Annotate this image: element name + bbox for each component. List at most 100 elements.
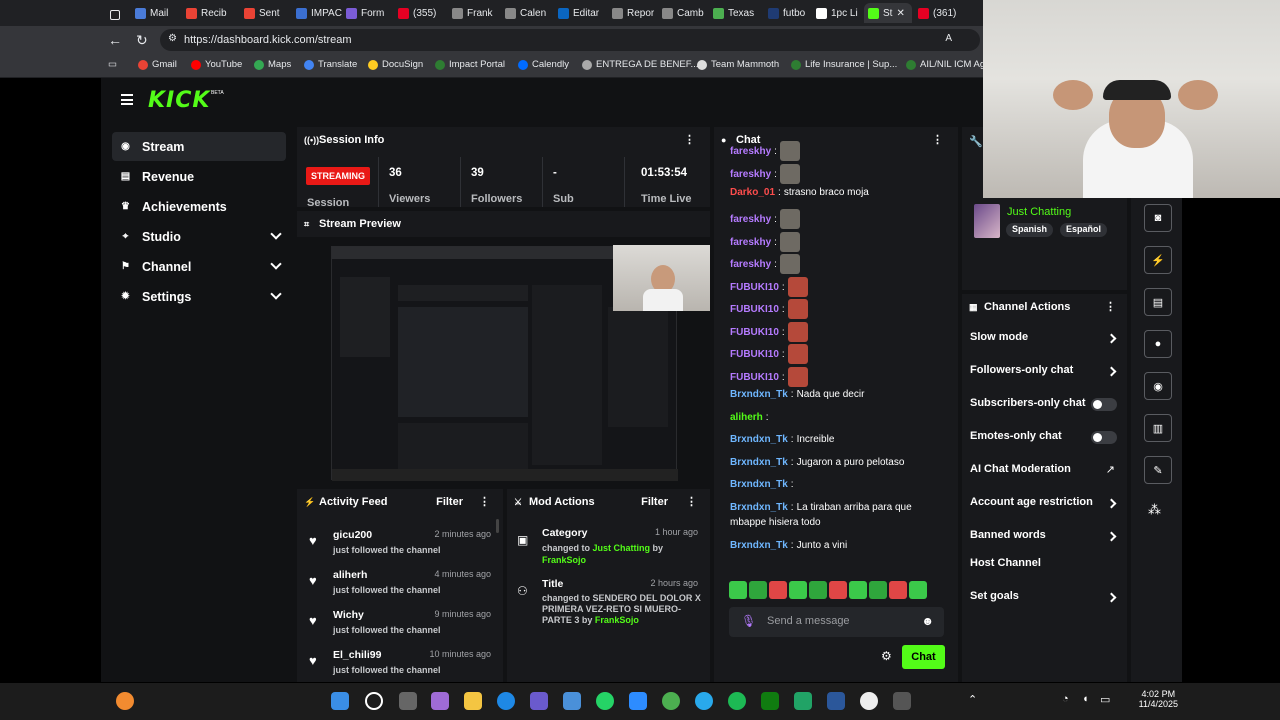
action-banned-words[interactable]: Banned words	[962, 529, 1127, 549]
bookmark-youtube[interactable]: YouTube	[191, 59, 242, 70]
emote-image[interactable]	[787, 367, 808, 387]
tab-repor[interactable]: Repor	[612, 3, 654, 23]
emote-shortcut[interactable]	[909, 581, 927, 599]
start-icon[interactable]	[331, 692, 349, 710]
tray-chevron-icon[interactable]: ⌃	[968, 693, 977, 706]
category-thumbnail[interactable]	[974, 204, 1000, 238]
emote-shortcut[interactable]	[849, 581, 867, 599]
tab-361[interactable]: (361)	[918, 3, 956, 23]
battery-icon[interactable]: ▭	[1100, 693, 1110, 706]
chrome-icon[interactable]	[662, 692, 680, 710]
tab-kick-active[interactable]: St ✕	[864, 3, 912, 23]
emote-image[interactable]	[779, 164, 800, 184]
chat-username[interactable]: fareskhy	[730, 169, 771, 180]
more-icon[interactable]: ⋮	[932, 133, 943, 146]
bookmark-impact[interactable]: Impact Portal	[435, 59, 505, 70]
tab-form[interactable]: Form	[346, 3, 384, 23]
xbox-icon[interactable]	[761, 692, 779, 710]
tab-list-icon[interactable]	[110, 5, 120, 25]
activity-filter-button[interactable]: Filter	[436, 496, 463, 508]
tab-355[interactable]: (355)	[398, 3, 436, 23]
emote-image[interactable]	[787, 322, 808, 342]
emote-shortcut[interactable]	[829, 581, 847, 599]
action-ai-chat-moderation[interactable]: AI Chat Moderation ↗	[962, 463, 1127, 483]
spotify-icon[interactable]	[728, 692, 746, 710]
menu-icon[interactable]	[121, 94, 133, 105]
back-icon[interactable]: ←	[108, 32, 122, 48]
obs-icon[interactable]	[860, 692, 878, 710]
bookmark-life-insurance[interactable]: Life Insurance | Sup...	[791, 59, 897, 70]
document-icon[interactable]: ▤	[1144, 288, 1172, 316]
sidebar-item-stream[interactable]: ◉ Stream	[112, 132, 286, 161]
more-icon[interactable]: ⋮	[684, 133, 695, 146]
sidebar-item-studio[interactable]: ⌖ Studio	[112, 222, 286, 251]
app-icon[interactable]	[116, 692, 134, 710]
tab-camb[interactable]: Camb	[662, 3, 704, 23]
edge-icon[interactable]	[497, 692, 515, 710]
more-icon[interactable]: ⋮	[1105, 300, 1116, 313]
toggle-switch[interactable]	[1091, 431, 1117, 444]
emote-shortcut[interactable]	[789, 581, 807, 599]
emote-image[interactable]	[779, 254, 800, 274]
bookmark-calendly[interactable]: Calendly	[518, 59, 569, 70]
chat-username[interactable]: fareskhy	[730, 259, 771, 270]
chat-username[interactable]: Brxndxn_Tk	[730, 434, 788, 445]
chat-username[interactable]: Brxndxn_Tk	[730, 389, 788, 400]
emote-shortcut[interactable]	[869, 581, 887, 599]
mod-filter-button[interactable]: Filter	[641, 496, 668, 508]
telegram-icon[interactable]	[695, 692, 713, 710]
sidebar-item-revenue[interactable]: ▤ Revenue	[112, 162, 286, 191]
send-chat-button[interactable]: Chat	[902, 645, 945, 669]
chat-username[interactable]: fareskhy	[730, 214, 771, 225]
emote-shortcut[interactable]	[729, 581, 747, 599]
teams-icon[interactable]	[530, 692, 548, 710]
emote-image[interactable]	[787, 299, 808, 319]
chat-settings-icon[interactable]: ⚙	[881, 649, 892, 663]
excel-icon[interactable]	[794, 692, 812, 710]
bolt-icon[interactable]: ⚡	[1144, 246, 1172, 274]
tab-sent[interactable]: Sent	[244, 3, 280, 23]
layout-icon[interactable]: ▥	[1144, 414, 1172, 442]
tab-impac[interactable]: IMPAC	[296, 3, 342, 23]
close-icon[interactable]: ✕	[896, 8, 904, 19]
action-slow-mode[interactable]: Slow mode	[962, 331, 1127, 351]
emote-shortcut[interactable]	[769, 581, 787, 599]
emoji-icon[interactable]: ☻	[921, 614, 934, 628]
action-set-goals[interactable]: Set goals	[962, 590, 1127, 610]
bookmark-translate[interactable]: Translate	[304, 59, 357, 70]
chat-username[interactable]: Brxndxn_Tk	[730, 502, 788, 513]
volume-icon[interactable]: ◖	[1082, 693, 1089, 705]
action-host-channel[interactable]: Host Channel	[962, 557, 1127, 577]
bookmark-ail[interactable]: AIL/NIL ICM Ag	[906, 59, 985, 70]
bookmark-apps-icon[interactable]: ▭	[108, 59, 117, 70]
chat-username[interactable]: Brxndxn_Tk	[730, 540, 788, 551]
store-icon[interactable]	[563, 692, 581, 710]
bookmark-maps[interactable]: Maps	[254, 59, 291, 70]
emote-image[interactable]	[787, 344, 808, 364]
taskbar-clock[interactable]: 4:02 PM 11/4/2025	[1139, 689, 1178, 709]
tab-1pc[interactable]: 1pc Li	[816, 3, 858, 23]
chat-username[interactable]: Brxndxn_Tk	[730, 457, 788, 468]
bookmark-gmail[interactable]: Gmail	[138, 59, 177, 70]
chat-username[interactable]: FUBUKI10	[730, 282, 779, 293]
chat-username[interactable]: fareskhy	[730, 237, 771, 248]
emote-image[interactable]	[779, 232, 800, 252]
tab-calen[interactable]: Calen	[505, 3, 546, 23]
tab-futbo[interactable]: futbo	[768, 3, 805, 23]
word-icon[interactable]	[827, 692, 845, 710]
bookmark-team-mammoth[interactable]: Team Mammoth	[697, 59, 779, 70]
chat-bubble-icon[interactable]: ●	[1144, 330, 1172, 358]
site-info-icon[interactable]: ⚙	[168, 33, 177, 44]
url-input[interactable]: ⚙ https://dashboard.kick.com/stream A	[160, 29, 980, 51]
broadcast-icon[interactable]: ◉	[1144, 372, 1172, 400]
tab-frank[interactable]: Frank	[452, 3, 493, 23]
emote-image[interactable]	[779, 209, 800, 229]
wrench-icon[interactable]: ✎	[1144, 456, 1172, 484]
chat-username[interactable]: FUBUKI10	[730, 349, 779, 360]
more-icon[interactable]: ⋮	[686, 495, 697, 508]
translate-icon[interactable]: A	[945, 33, 952, 44]
search-icon[interactable]	[365, 692, 383, 710]
tab-mail[interactable]: Mail	[135, 3, 168, 23]
wifi-icon[interactable]: ◔	[1062, 693, 1069, 705]
app-icon[interactable]	[893, 692, 911, 710]
